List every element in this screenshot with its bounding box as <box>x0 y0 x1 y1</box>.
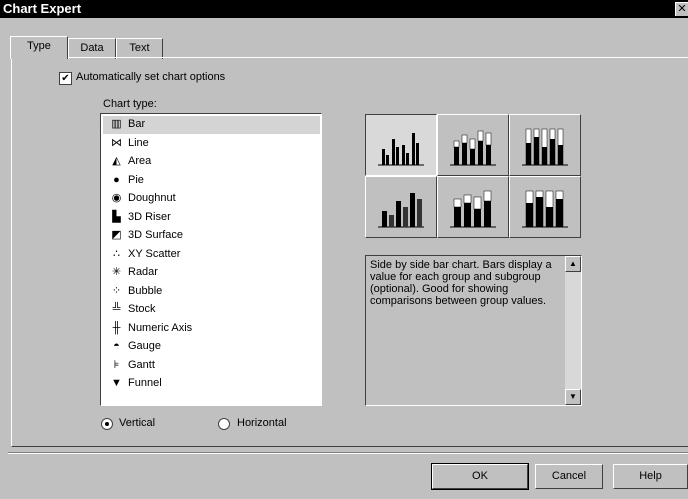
list-item-label: Gauge <box>128 340 162 352</box>
chart-type-label: Chart type: <box>103 98 157 110</box>
radio-selected-dot <box>105 422 109 426</box>
tab-text[interactable]: Text <box>116 38 163 59</box>
numeric-axis-icon: ╫ <box>112 322 121 334</box>
gantt-icon: ⊧ <box>113 359 120 371</box>
gauge-icon: ◓ <box>113 340 120 352</box>
list-item-label: 3D Riser <box>128 211 171 223</box>
list-item-label: Numeric Axis <box>128 322 193 334</box>
percent-bar-icon <box>522 128 568 166</box>
list-item-area[interactable]: ◭ Area <box>103 153 320 171</box>
xy-scatter-icon: ∴ <box>113 248 120 260</box>
list-item-label: Pie <box>128 174 144 186</box>
list-item-doughnut[interactable]: ◉ Doughnut <box>103 190 320 208</box>
subtype-percent-bar[interactable] <box>509 114 581 176</box>
button-separator <box>8 452 688 454</box>
subtype-side-by-side-bar[interactable] <box>365 114 437 176</box>
stock-icon: ╩ <box>112 303 121 315</box>
horizontal-radio[interactable] <box>218 418 230 430</box>
description-scrollbar[interactable]: ▲ ▼ <box>565 256 581 405</box>
funnel-icon: ▼ <box>111 377 122 389</box>
list-item-bar[interactable]: ▥ Bar <box>103 116 320 134</box>
doughnut-chart-icon: ◉ <box>111 192 122 204</box>
ok-button[interactable]: OK <box>431 463 529 490</box>
3d-riser-icon: ▙ <box>112 211 121 223</box>
bubble-icon: ⁘ <box>111 285 122 297</box>
list-item-label: Radar <box>128 266 158 278</box>
bar-chart-icon: ▥ <box>111 118 122 130</box>
list-item-3d-riser[interactable]: ▙ 3D Riser <box>103 209 320 227</box>
close-icon[interactable]: ✕ <box>675 2 688 16</box>
subtype-3d-percent-bar[interactable] <box>509 176 581 238</box>
list-item-label: Bar <box>128 118 146 130</box>
list-item-3d-surface[interactable]: ◩ 3D Surface <box>103 227 320 245</box>
list-item-xy-scatter[interactable]: ∴ XY Scatter <box>103 246 320 264</box>
list-item-radar[interactable]: ✳ Radar <box>103 264 320 282</box>
list-item-label: Area <box>128 155 152 167</box>
list-item-label: Bubble <box>128 285 163 297</box>
area-chart-icon: ◭ <box>112 155 121 167</box>
list-item-label: XY Scatter <box>128 248 181 260</box>
list-item-label: Stock <box>128 303 156 315</box>
description-text: Side by side bar chart. Bars display a v… <box>370 259 552 307</box>
vertical-label: Vertical <box>119 417 156 429</box>
3d-surface-icon: ◩ <box>111 229 122 241</box>
list-item-gantt[interactable]: ⊧ Gantt <box>103 357 320 375</box>
side-by-side-bar-icon <box>378 133 424 166</box>
window-title: Chart Expert <box>3 1 82 16</box>
subtype-3d-side-by-side-bar[interactable] <box>365 176 437 238</box>
list-item-label: Funnel <box>128 377 162 389</box>
list-item-label: Doughnut <box>128 192 176 204</box>
title-bar: Chart Expert ✕ <box>0 0 688 18</box>
list-item-pie[interactable]: ● Pie <box>103 172 320 190</box>
list-item-stock[interactable]: ╩ Stock <box>103 301 320 319</box>
scroll-down-icon[interactable]: ▼ <box>565 389 581 405</box>
auto-options-label: Automatically set chart options <box>76 71 226 83</box>
line-chart-icon: ⋈ <box>111 137 122 149</box>
radar-icon: ✳ <box>111 266 122 278</box>
list-item-gauge[interactable]: ◓ Gauge <box>103 338 320 356</box>
pie-chart-icon: ● <box>113 174 120 186</box>
3d-side-by-side-bar-icon <box>378 193 424 228</box>
list-item-line[interactable]: ⋈ Line <box>103 135 320 153</box>
list-item-funnel[interactable]: ▼ Funnel <box>103 375 320 393</box>
list-item-label: Line <box>128 137 149 149</box>
chart-type-list[interactable]: ▥ Bar ⋈ Line ◭ Area ● Pie ◉ Doughnut ▙ 3… <box>100 113 322 406</box>
list-item-bubble[interactable]: ⁘ Bubble <box>103 283 320 301</box>
list-item-label: 3D Surface <box>128 229 184 241</box>
help-button[interactable]: Help <box>613 464 688 489</box>
stacked-bar-icon <box>450 130 496 166</box>
scroll-up-icon[interactable]: ▲ <box>565 256 581 272</box>
subtype-3d-stacked-bar[interactable] <box>437 176 509 238</box>
tab-data[interactable]: Data <box>68 38 116 59</box>
3d-stacked-bar-icon <box>450 190 496 228</box>
cancel-button[interactable]: Cancel <box>535 464 603 489</box>
auto-options-checkbox[interactable]: ✔ <box>59 72 72 85</box>
horizontal-label: Horizontal <box>237 417 287 429</box>
vertical-radio[interactable] <box>101 418 113 430</box>
3d-percent-bar-icon <box>522 190 568 228</box>
list-item-numeric-axis[interactable]: ╫ Numeric Axis <box>103 320 320 338</box>
tab-type[interactable]: Type <box>10 36 68 59</box>
subtype-stacked-bar[interactable] <box>437 114 509 176</box>
list-item-label: Gantt <box>128 359 155 371</box>
description-box: Side by side bar chart. Bars display a v… <box>365 255 582 406</box>
